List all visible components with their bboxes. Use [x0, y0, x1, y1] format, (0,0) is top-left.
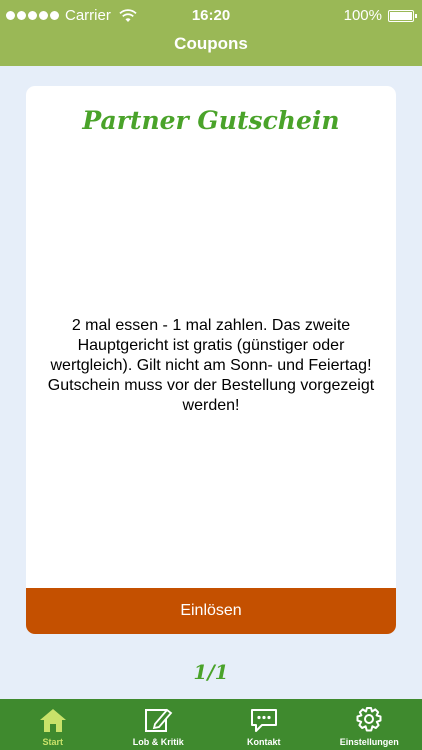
tab-einstellungen[interactable]: Einstellungen — [317, 699, 422, 750]
home-icon — [39, 709, 66, 732]
battery-icon — [388, 9, 417, 22]
status-right: 100% — [343, 7, 417, 24]
redeem-button[interactable]: Einlösen — [26, 588, 396, 634]
battery-percentage: 100% — [343, 7, 382, 24]
coupon-title: Partner Gutschein — [82, 106, 340, 135]
tab-label: Start — [42, 737, 63, 747]
tab-label: Einstellungen — [339, 737, 399, 747]
tab-kontakt[interactable]: Kontakt — [211, 699, 317, 750]
tab-lob-kritik[interactable]: Lob & Kritik — [106, 699, 212, 750]
tab-bar: Start Lob & Kritik Kontakt Einstellungen — [0, 699, 422, 750]
edit-note-icon — [145, 708, 173, 732]
coupon-card: Partner Gutschein 2 mal essen - 1 mal za… — [26, 86, 396, 634]
app-header: Carrier 16:20 100% Coupons — [0, 0, 422, 66]
status-bar: Carrier 16:20 100% — [0, 0, 422, 32]
coupon-description: 2 mal essen - 1 mal zahlen. Das zweite H… — [47, 317, 375, 414]
chat-bubble-icon — [250, 709, 277, 732]
page-title: Coupons — [174, 34, 248, 53]
page-indicator: 1/1 — [193, 660, 229, 684]
gear-icon — [356, 707, 382, 732]
tab-label: Kontakt — [247, 737, 281, 747]
tab-label: Lob & Kritik — [132, 737, 184, 747]
tab-start[interactable]: Start — [0, 699, 106, 750]
